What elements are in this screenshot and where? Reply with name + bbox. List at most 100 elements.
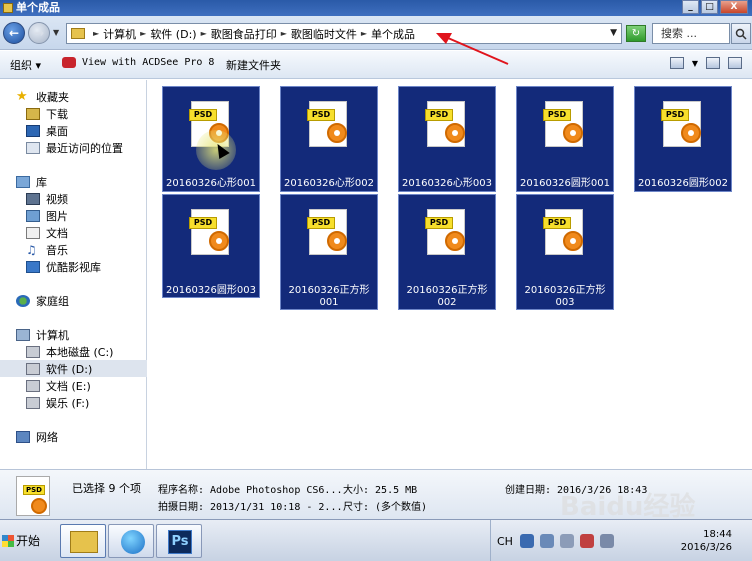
window-titlebar: 单个成品 _ □ X — [0, 0, 752, 16]
keyboard-icon[interactable] — [540, 534, 554, 548]
show-hidden-icons[interactable] — [560, 534, 574, 548]
search-button[interactable] — [731, 23, 751, 44]
clock[interactable]: 18:44 2016/3/26 — [681, 528, 732, 554]
file-name: 20160326心形003 — [402, 178, 492, 189]
nav-drive-c[interactable]: 本地磁盘 (C:) — [0, 343, 147, 360]
change-view-icon[interactable] — [669, 57, 684, 69]
maximize-button[interactable]: □ — [701, 0, 718, 14]
input-method-indicator[interactable]: CH — [490, 520, 513, 561]
search-input[interactable]: 搜索 ... — [652, 23, 730, 44]
computer-icon — [16, 328, 30, 341]
nav-documents[interactable]: 文档 — [0, 224, 147, 241]
clock-date: 2016/3/26 — [680, 542, 732, 553]
nav-network[interactable]: 网络 — [0, 428, 147, 445]
file-name-line2: 003 — [555, 297, 575, 308]
file-name: 20160326圆形001 — [520, 178, 610, 189]
nav-computer[interactable]: 计算机 — [0, 326, 147, 343]
nav-videos[interactable]: 视频 — [0, 190, 147, 207]
help-icon[interactable] — [520, 534, 534, 548]
psd-file-icon: PSD — [16, 476, 50, 516]
video-icon — [26, 192, 40, 205]
file-item[interactable]: PSD 20160326正方形 002 — [398, 194, 496, 310]
desktop-icon — [26, 124, 40, 137]
search-icon — [735, 28, 747, 40]
file-item[interactable]: PSD 20160326心形003 — [398, 86, 496, 192]
nav-favorites[interactable]: ★ 收藏夹 — [0, 88, 147, 105]
file-item[interactable]: PSD 20160326心形001 — [162, 86, 260, 192]
taskbar-photoshop[interactable]: Ps — [156, 524, 202, 558]
homegroup-icon — [16, 294, 30, 307]
minimize-button[interactable]: _ — [682, 0, 699, 14]
pictures-icon — [26, 209, 40, 222]
taskbar-explorer[interactable] — [60, 524, 106, 558]
file-list: PSD 20160326心形001 PSD 20160326心形002 PSD … — [148, 80, 752, 469]
address-toolbar: ← → ▼ ► 计算机 ► 软件 (D:) ► 歌图食品打印 ► 歌图临时文件 … — [0, 16, 752, 50]
acdsee-label: View with ACDSee Pro 8 — [82, 57, 215, 68]
breadcrumb-print-folder[interactable]: 歌图食品打印 — [211, 26, 277, 42]
drive-icon — [26, 345, 40, 358]
nav-drive-e[interactable]: 文档 (E:) — [0, 377, 147, 394]
acdsee-button[interactable]: View with ACDSee Pro 8 — [62, 57, 214, 68]
system-tray — [520, 520, 614, 561]
nav-libraries[interactable]: 库 — [0, 173, 147, 190]
file-name-line2: 002 — [437, 297, 457, 308]
file-item[interactable]: PSD 20160326圆形001 — [516, 86, 614, 192]
organize-menu[interactable]: 组织 ▾ — [10, 57, 41, 73]
drive-icon — [26, 396, 40, 409]
documents-icon — [26, 226, 40, 239]
nav-desktop[interactable]: 桌面 — [0, 122, 147, 139]
address-field[interactable]: ► 计算机 ► 软件 (D:) ► 歌图食品打印 ► 歌图临时文件 ► 单个成品… — [66, 23, 622, 44]
file-name-line1: 20160326正方形 — [406, 285, 488, 296]
downloads-icon — [26, 107, 40, 120]
file-item[interactable]: PSD 20160326正方形 001 — [280, 194, 378, 310]
date-taken: 拍摄日期: 2013/1/31 10:18 - 2... — [158, 502, 343, 513]
folder-icon — [71, 28, 85, 39]
nav-drive-d[interactable]: 软件 (D:) — [0, 360, 147, 377]
start-button[interactable]: 开始 — [0, 528, 46, 554]
forward-button[interactable]: → — [28, 22, 50, 44]
dimensions: 尺寸: (多个数值) — [343, 502, 428, 513]
file-item[interactable]: PSD 20160326圆形002 — [634, 86, 732, 192]
address-dropdown-icon[interactable]: ▼ — [610, 28, 617, 38]
nav-downloads[interactable]: 下载 — [0, 105, 147, 122]
view-dropdown-icon[interactable]: ▼ — [692, 59, 698, 68]
nav-pictures[interactable]: 图片 — [0, 207, 147, 224]
breadcrumb-drive-d[interactable]: 软件 (D:) — [150, 26, 196, 42]
photoshop-icon: Ps — [168, 530, 192, 554]
taskbar-browser[interactable] — [108, 524, 154, 558]
breadcrumb: ► 计算机 ► 软件 (D:) ► 歌图食品打印 ► 歌图临时文件 ► 单个成品 — [93, 26, 416, 42]
file-name-line2: 001 — [319, 297, 339, 308]
nav-recent[interactable]: 最近访问的位置 — [0, 139, 147, 156]
windows-logo-icon — [2, 535, 14, 547]
recent-pages-dropdown[interactable]: ▼ — [53, 28, 59, 37]
preview-pane-icon[interactable] — [706, 57, 720, 69]
folder-icon — [70, 531, 98, 553]
file-item[interactable]: PSD 20160326正方形 003 — [516, 194, 614, 310]
drive-icon — [26, 379, 40, 392]
nav-homegroup[interactable]: 家庭组 — [0, 292, 147, 309]
file-name: 20160326圆形002 — [638, 178, 728, 189]
close-button[interactable]: X — [720, 0, 748, 14]
help-icon[interactable] — [728, 57, 742, 69]
new-folder-button[interactable]: 新建文件夹 — [226, 57, 281, 73]
selection-count: 已选择 9 个项 — [72, 482, 141, 495]
back-button[interactable]: ← — [3, 22, 25, 44]
library-icon — [16, 175, 30, 188]
file-name-line1: 20160326正方形 — [288, 285, 370, 296]
file-name-line1: 20160326正方形 — [524, 285, 606, 296]
network-status-icon[interactable] — [580, 534, 594, 548]
nav-music[interactable]: ♫ 音乐 — [0, 241, 147, 258]
nav-drive-f[interactable]: 娱乐 (F:) — [0, 394, 147, 411]
breadcrumb-temp-folder[interactable]: 歌图临时文件 — [291, 26, 357, 42]
breadcrumb-current-folder[interactable]: 单个成品 — [371, 26, 415, 42]
nav-youku[interactable]: 优酷影视库 — [0, 258, 147, 275]
volume-icon[interactable] — [600, 534, 614, 548]
view-controls: ▼ — [669, 57, 742, 69]
refresh-button[interactable]: ↻ — [626, 25, 646, 42]
camera-icon — [62, 57, 76, 68]
folder-icon — [3, 3, 13, 13]
file-item[interactable]: PSD 20160326心形002 — [280, 86, 378, 192]
file-item[interactable]: PSD 20160326圆形003 — [162, 194, 260, 298]
clock-time: 18:44 — [703, 529, 732, 540]
breadcrumb-computer[interactable]: 计算机 — [103, 26, 136, 42]
